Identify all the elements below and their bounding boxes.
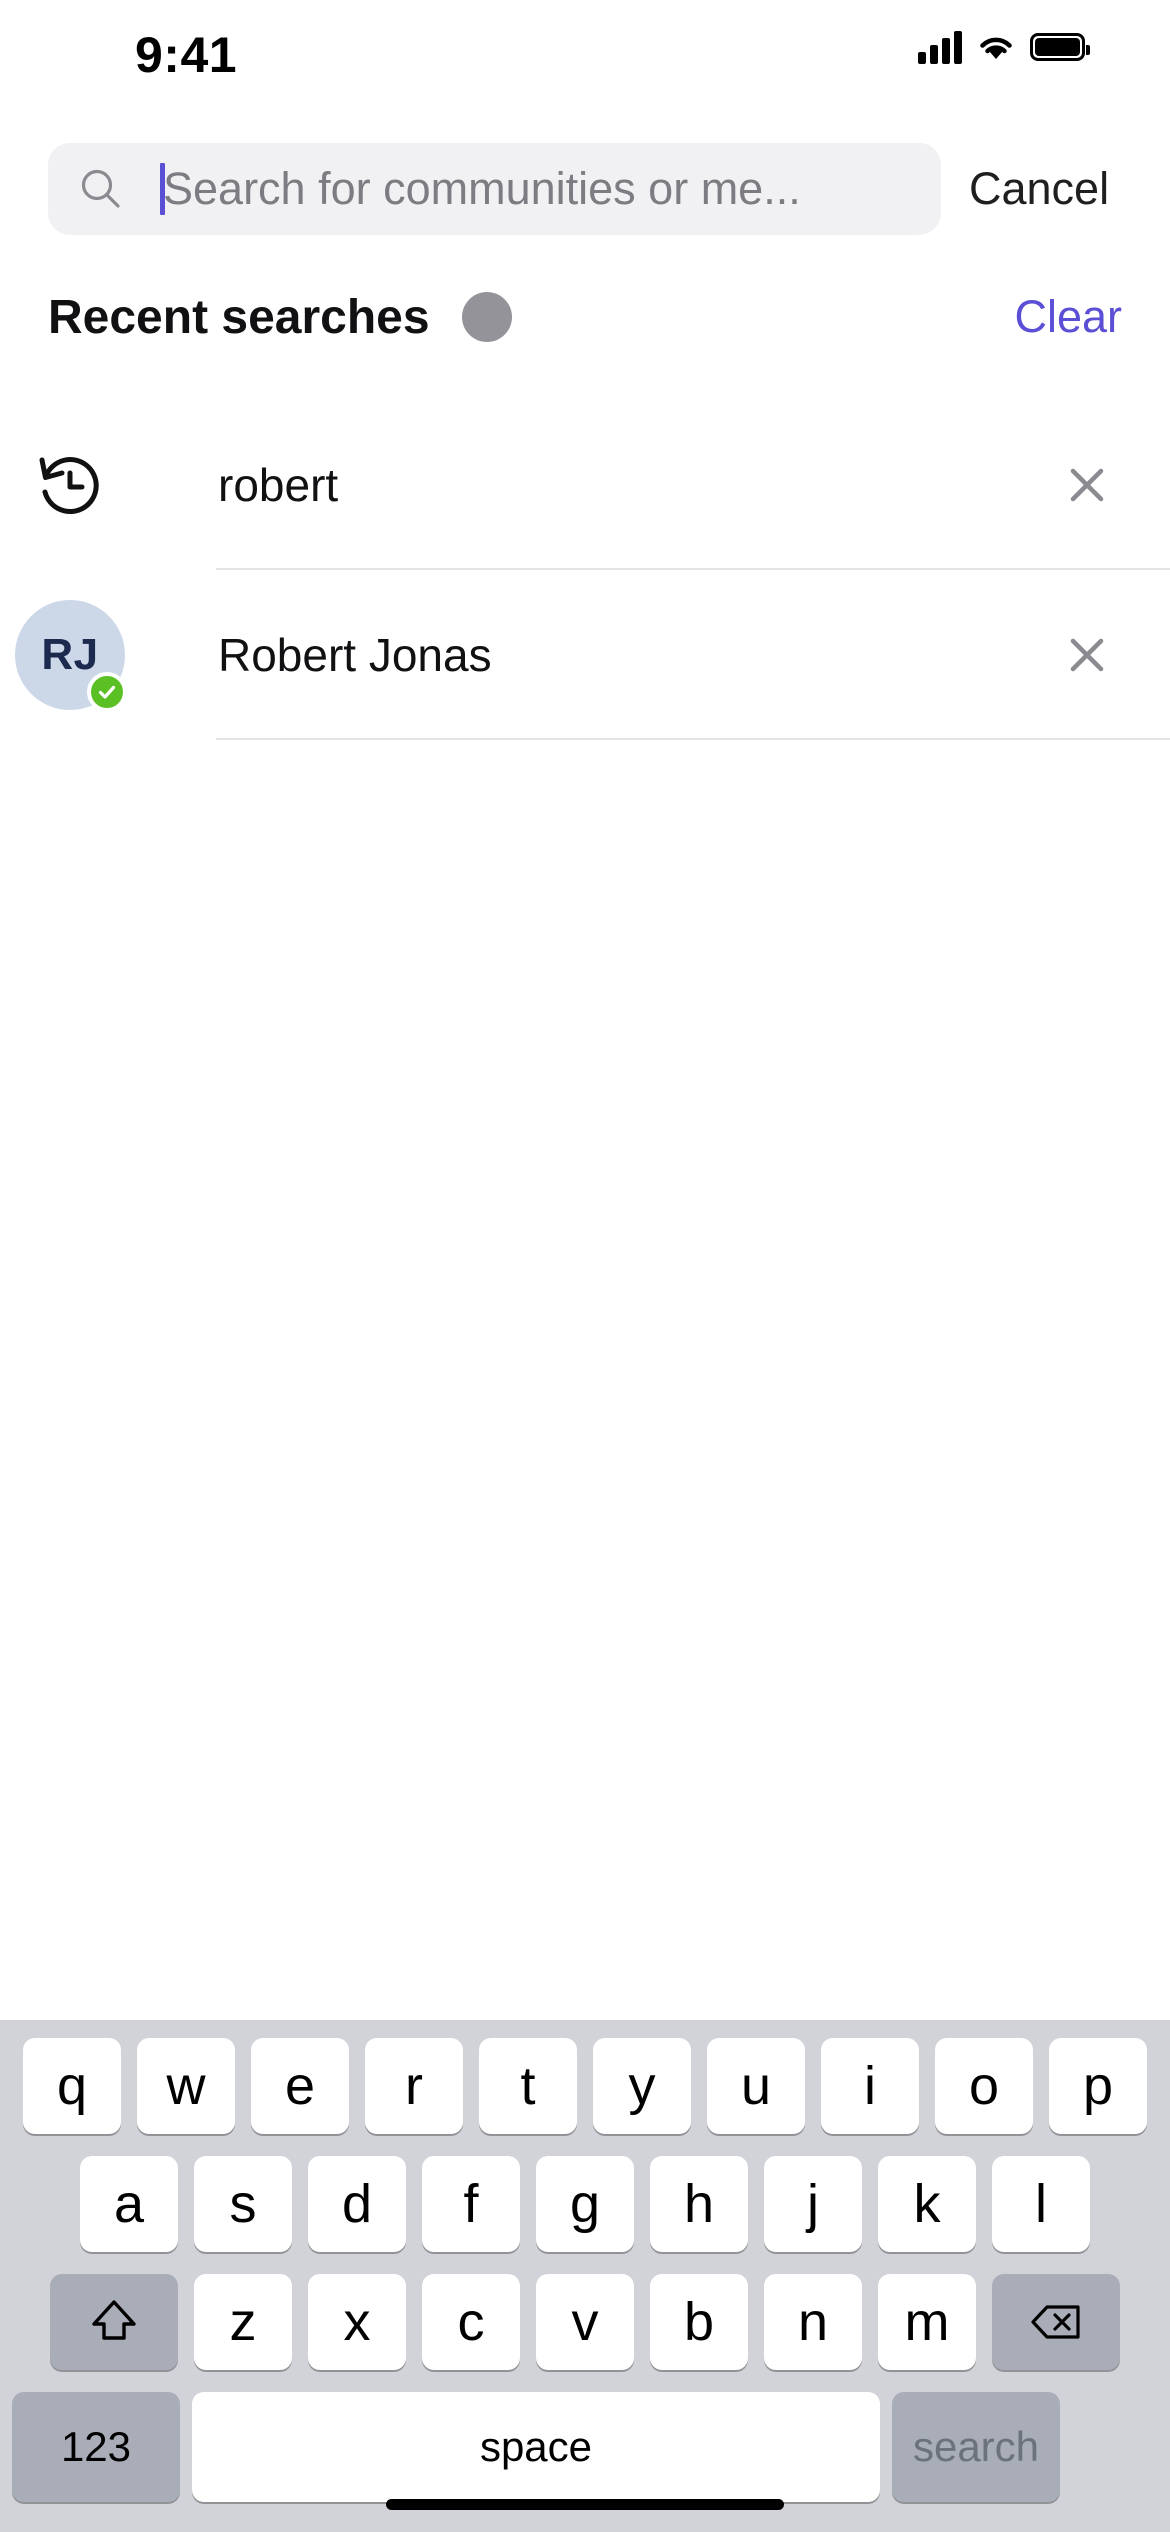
key-c[interactable]: c (422, 2274, 520, 2370)
status-bar-time: 9:41 (135, 27, 238, 83)
recent-searches-list: robert RJ Robert Jonas (0, 400, 1170, 740)
status-dot-indicator (461, 292, 512, 342)
keyboard-row-3: z x c v b n m (0, 2274, 1170, 2370)
list-item-label: Robert Jonas (218, 629, 492, 681)
keyboard-bottom-row (0, 2524, 1170, 2532)
key-q[interactable]: q (23, 2038, 121, 2134)
search-return-key[interactable]: search (892, 2392, 1060, 2502)
numbers-key[interactable]: 123 (12, 2392, 180, 2502)
search-icon (78, 166, 124, 212)
key-s[interactable]: s (194, 2156, 292, 2252)
key-h[interactable]: h (650, 2156, 748, 2252)
list-item-leading (0, 448, 140, 522)
battery-full-icon (1030, 33, 1090, 61)
close-icon[interactable] (1060, 628, 1114, 682)
key-u[interactable]: u (707, 2038, 805, 2134)
keyboard-row-2: a s d f g h j k l (0, 2156, 1170, 2252)
key-r[interactable]: r (365, 2038, 463, 2134)
key-n[interactable]: n (764, 2274, 862, 2370)
cellular-signal-icon (918, 30, 962, 64)
list-item[interactable]: RJ Robert Jonas (0, 570, 1170, 740)
list-item[interactable]: robert (0, 400, 1170, 570)
clear-button[interactable]: Clear (1014, 291, 1122, 343)
key-e[interactable]: e (251, 2038, 349, 2134)
key-p[interactable]: p (1049, 2038, 1147, 2134)
space-key[interactable]: space (192, 2392, 880, 2502)
key-z[interactable]: z (194, 2274, 292, 2370)
key-d[interactable]: d (308, 2156, 406, 2252)
list-item-leading: RJ (0, 600, 140, 712)
history-clock-icon (33, 448, 107, 522)
cancel-button[interactable]: Cancel (969, 163, 1109, 215)
status-bar-indicators (918, 30, 1090, 64)
status-bar: 9:41 (0, 0, 1170, 95)
search-bar: Search for communities or me... Cancel (0, 143, 1170, 235)
search-input[interactable]: Search for communities or me... (48, 143, 941, 235)
list-item-label: robert (218, 459, 339, 511)
key-y[interactable]: y (593, 2038, 691, 2134)
key-a[interactable]: a (80, 2156, 178, 2252)
key-g[interactable]: g (536, 2156, 634, 2252)
key-b[interactable]: b (650, 2274, 748, 2370)
key-i[interactable]: i (821, 2038, 919, 2134)
avatar: RJ (15, 600, 127, 712)
shift-arrow-icon[interactable] (50, 2274, 178, 2370)
recent-searches-title: Recent searches (48, 290, 430, 344)
key-l[interactable]: l (992, 2156, 1090, 2252)
backspace-delete-icon[interactable] (992, 2274, 1120, 2370)
key-m[interactable]: m (878, 2274, 976, 2370)
key-o[interactable]: o (935, 2038, 1033, 2134)
key-k[interactable]: k (878, 2156, 976, 2252)
avatar-initials: RJ (41, 630, 99, 679)
key-w[interactable]: w (137, 2038, 235, 2134)
keyboard-row-1: q w e r t y u i o p (0, 2038, 1170, 2134)
phone-screen: 9:41 Search for communities or me... Can… (0, 0, 1170, 2532)
verified-check-badge (87, 672, 127, 712)
key-f[interactable]: f (422, 2156, 520, 2252)
search-placeholder: Search for communities or me... (163, 163, 801, 214)
list-divider (216, 738, 1170, 740)
keyboard-row-4: 123 space search (0, 2392, 1170, 2502)
home-indicator (386, 2499, 784, 2510)
key-v[interactable]: v (536, 2274, 634, 2370)
close-icon[interactable] (1060, 458, 1114, 512)
wifi-icon (976, 32, 1016, 62)
key-x[interactable]: x (308, 2274, 406, 2370)
key-t[interactable]: t (479, 2038, 577, 2134)
recent-searches-header: Recent searches Clear (0, 272, 1170, 362)
onscreen-keyboard: q w e r t y u i o p a s d f g h j k l z … (0, 2020, 1170, 2532)
key-j[interactable]: j (764, 2156, 862, 2252)
